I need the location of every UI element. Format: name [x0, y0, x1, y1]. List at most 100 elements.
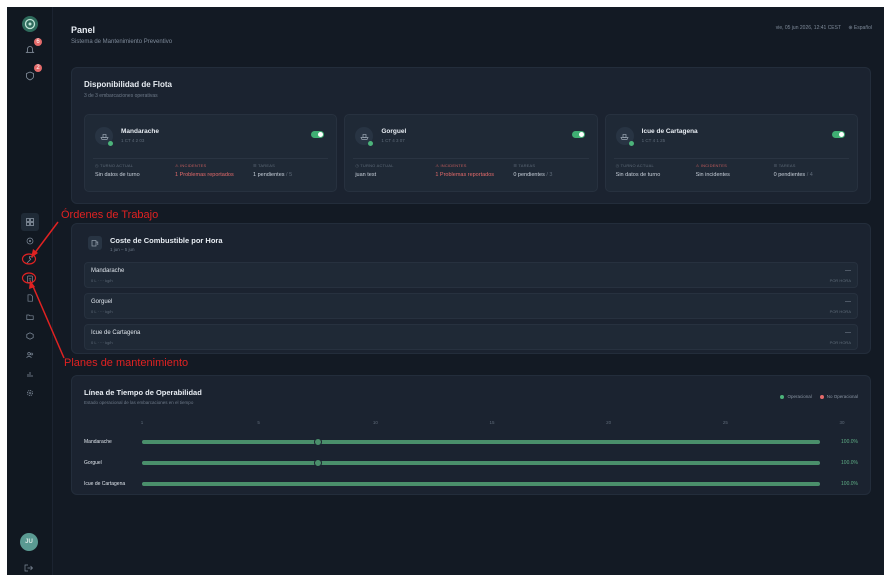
vessel-name: Gorguel	[381, 128, 407, 135]
fuel-consumption: 0 L · ··· kg/h	[91, 340, 113, 345]
fuel-row[interactable]: Mandarache 0 L · ··· kg/h — POR HORA	[84, 262, 858, 288]
operability-percent: 100.0%	[841, 481, 858, 487]
divider	[93, 158, 329, 159]
nav-reports-chart-icon[interactable]	[21, 365, 39, 383]
nav-documents-file-icon[interactable]	[21, 289, 39, 307]
fleet-availability-card: Disponibilidad de Flota 3 de 3 embarcaci…	[71, 67, 871, 204]
fleet-subtitle: 3 de 3 embarcaciones operativas	[84, 93, 158, 99]
timeline-legend: Operacional No Operacional	[780, 394, 858, 399]
nav-users-icon[interactable]	[21, 346, 39, 364]
operational-bar	[142, 482, 820, 486]
alerts-badge: 2	[34, 64, 42, 72]
vessel-code: 1 CT 4 3 07	[381, 138, 405, 143]
fuel-value: —	[845, 299, 851, 305]
nav-work-orders-wrench-icon[interactable]	[21, 251, 39, 269]
fuel-consumption: 0 L · ··· kg/h	[91, 278, 113, 283]
status-dot	[628, 141, 634, 146]
vessel-list: Mandarache 1 CT 4 2 03 ◷ TURNO ACTUAL Si…	[84, 114, 858, 192]
language-selector[interactable]: ⊕ Español	[848, 25, 872, 31]
vessel-name: Icue de Cartagena	[641, 128, 698, 135]
fuel-unit: POR HORA	[829, 309, 851, 314]
fuel-row[interactable]: Gorguel 0 L · ··· kg/h — POR HORA	[84, 293, 858, 319]
timeline-track[interactable]	[142, 459, 820, 467]
fuel-value: —	[845, 330, 851, 336]
fuel-unit: POR HORA	[829, 278, 851, 283]
sidebar-nav	[21, 213, 39, 403]
fuel-unit: POR HORA	[829, 340, 851, 345]
globe-icon: ⊕	[848, 25, 853, 31]
operational-toggle[interactable]	[831, 131, 845, 138]
vessel-code: 1 CT 4 1 25	[641, 138, 666, 143]
nav-inventory-box-icon[interactable]	[21, 327, 39, 345]
vessel-card[interactable]: Gorguel 1 CT 4 3 07 ◷ TURNO ACTUAL juan …	[344, 114, 598, 192]
timeline-marker[interactable]	[314, 459, 323, 467]
header-meta: vie, 05 jun 2026, 12:41 CEST ⊕ Español	[776, 25, 872, 31]
vessel-code: 1 CT 4 2 03	[121, 138, 145, 143]
operational-bar	[142, 440, 820, 444]
axis-tick-label: 10	[372, 420, 378, 425]
stat-incidents: ⚠ INCIDENTES 1 Problemas reportados	[175, 163, 234, 178]
axis-tick-label: 15	[489, 420, 495, 425]
language-label: Español	[853, 25, 872, 31]
stat-tasks: ☰ TAREAS 0 pendientes / 4	[773, 163, 813, 178]
shield-alert-icon[interactable]: 2	[21, 64, 42, 85]
fuel-title: Coste de Combustible por Hora	[110, 236, 223, 245]
timeline-axis: 1 5 10 15 20 25 30	[141, 420, 845, 428]
fuel-row[interactable]: Icue de Cartagena 0 L · ··· kg/h — POR H…	[84, 324, 858, 350]
stat-incidents: ⚠ INCIDENTES Sin incidentes	[695, 163, 730, 178]
fuel-pump-icon	[88, 236, 102, 250]
stat-turn: ◷ TURNO ACTUAL juan test	[355, 163, 394, 178]
user-avatar[interactable]: JU	[20, 533, 38, 551]
operational-toggle[interactable]	[571, 131, 585, 138]
divider	[353, 158, 589, 159]
operational-bar	[142, 461, 820, 465]
page-subtitle: Sistema de Mantenimiento Preventivo	[71, 39, 173, 45]
status-dot	[368, 141, 374, 146]
operability-percent: 100.0%	[841, 460, 858, 466]
axis-tick-label: 30	[839, 420, 845, 425]
timeline-subtitle: Estado operacional de las embarcaciones …	[84, 400, 194, 405]
timeline-vessel-name: Icue de Cartagena	[84, 481, 126, 487]
notifications-badge: 6	[34, 38, 42, 46]
timeline-vessel-name: Mandarache	[84, 439, 112, 445]
stat-turn: ◷ TURNO ACTUAL Sin datos de turno	[615, 163, 661, 178]
fuel-cost-card: Coste de Combustible por Hora 1 jun – 5 …	[71, 223, 871, 354]
timeline-row: Gorguel 100.0%	[84, 457, 858, 471]
nav-settings-gear-icon[interactable]	[21, 384, 39, 402]
legend-operational: Operacional	[780, 394, 812, 399]
timeline-title: Línea de Tiempo de Operabilidad	[84, 388, 202, 397]
stat-tasks: ☰ TAREAS 1 pendientes / 5	[253, 163, 293, 178]
timeline-track[interactable]	[142, 438, 820, 446]
vessel-card[interactable]: Icue de Cartagena 1 CT 4 1 25 ◷ TURNO AC…	[604, 114, 858, 192]
timeline-marker[interactable]	[314, 438, 323, 446]
axis-tick-label: 20	[606, 420, 612, 425]
axis-tick-label: 5	[257, 420, 260, 425]
timeline-row: Mandarache 100.0%	[84, 436, 858, 450]
fuel-vessel-name: Gorguel	[91, 299, 113, 305]
nav-fleet-helm-icon[interactable]	[21, 232, 39, 250]
logout-icon[interactable]	[24, 559, 34, 575]
fuel-date-range: 1 jun – 5 jun	[110, 247, 135, 252]
nav-maintenance-plans-clipboard-icon[interactable]	[21, 270, 39, 288]
app-window: 6 2 JU Panel Sistema de Mantenimiento Pr…	[7, 7, 884, 575]
vessel-card[interactable]: Mandarache 1 CT 4 2 03 ◷ TURNO ACTUAL Si…	[84, 114, 338, 192]
status-dot	[108, 141, 113, 146]
nav-folder-icon[interactable]	[21, 308, 39, 326]
nav-dashboard-grid-icon[interactable]	[21, 213, 39, 231]
operability-timeline-card: Línea de Tiempo de Operabilidad Estado o…	[71, 375, 871, 495]
notifications-bell-icon[interactable]: 6	[21, 38, 42, 59]
fuel-value: —	[845, 268, 851, 274]
operational-toggle[interactable]	[311, 131, 325, 138]
main-content: Panel Sistema de Mantenimiento Preventiv…	[53, 7, 884, 575]
stat-turn: ◷ TURNO ACTUAL Sin datos de turno	[95, 163, 140, 178]
fuel-vessel-name: Icue de Cartagena	[91, 330, 141, 336]
page-title: Panel	[71, 25, 96, 35]
axis-tick-label: 25	[722, 420, 728, 425]
timeline-track[interactable]	[142, 482, 820, 486]
timeline-row: Icue de Cartagena 100.0%	[84, 478, 858, 492]
fuel-vessel-name: Mandarache	[91, 268, 125, 274]
sidebar: 6 2 JU	[7, 7, 53, 575]
vessel-name: Mandarache	[121, 128, 159, 135]
app-logo-icon[interactable]	[21, 15, 39, 33]
stat-incidents: ⚠ INCIDENTES 1 Problemas reportados	[435, 163, 495, 178]
